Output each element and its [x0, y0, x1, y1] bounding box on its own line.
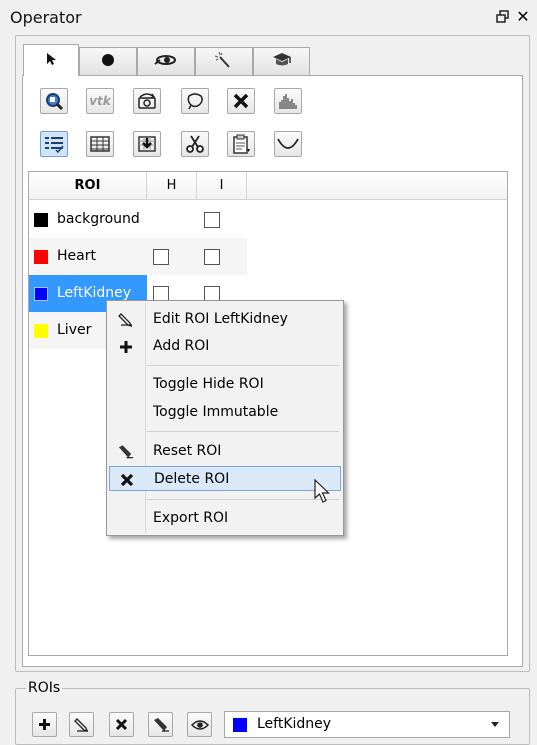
delete-button[interactable] [227, 88, 255, 114]
add-roi-button[interactable] [32, 712, 57, 737]
delete-icon [115, 718, 128, 731]
camera-rotate-icon [136, 92, 158, 110]
roi-list-icon [44, 135, 64, 153]
column-header-roi[interactable]: ROI [29, 172, 147, 200]
curve-icon [277, 137, 299, 151]
import-button[interactable] [133, 131, 161, 157]
column-header-immutable[interactable]: I [197, 172, 247, 200]
roi-color-swatch [34, 287, 48, 301]
menu-item-label: Add ROI [153, 338, 210, 354]
roi-color-swatch [34, 324, 48, 338]
histogram-icon [278, 92, 298, 110]
pointer-icon [44, 51, 58, 71]
menu-item-label: Export ROI [153, 510, 229, 526]
menu-item-label: Edit ROI LeftKidney [153, 311, 288, 327]
table-row[interactable]: Heart [29, 238, 247, 275]
scissors-icon [185, 134, 205, 154]
eraser-icon [152, 717, 170, 733]
vtk-icon: vtk [89, 94, 111, 108]
table-button[interactable] [86, 131, 114, 157]
roi-color-swatch [34, 250, 48, 264]
menu-item-edit-roi[interactable]: Edit ROI LeftKidney [109, 307, 341, 332]
graduation-cap-icon [271, 52, 293, 72]
roi-name: Heart [57, 248, 96, 264]
roi-name: background [57, 211, 140, 227]
lasso-icon [185, 92, 205, 110]
selected-roi-label: LeftKidney [257, 716, 332, 732]
menu-item-label: Toggle Immutable [153, 404, 279, 420]
roi-color-swatch [233, 718, 247, 732]
delete-roi-button[interactable] [109, 712, 134, 737]
add-icon [38, 718, 51, 731]
pencil-icon [73, 717, 90, 733]
tab-magic-wand[interactable] [195, 47, 253, 75]
table-icon [90, 136, 110, 152]
roi-context-menu: Edit ROI LeftKidney Add ROI Toggle Hide … [106, 300, 344, 536]
table-row[interactable]: background [29, 201, 247, 238]
dropdown-arrow-icon [491, 722, 499, 727]
tab-select[interactable] [23, 44, 79, 76]
clipboard-icon [231, 134, 251, 154]
roi-list-button[interactable] [40, 131, 68, 157]
scissors-button[interactable] [181, 131, 209, 157]
menu-separator [147, 431, 339, 432]
immutable-checkbox[interactable] [204, 249, 220, 265]
roi-name: Liver [57, 322, 92, 338]
menu-item-export-roi[interactable]: Export ROI [109, 506, 341, 531]
menu-item-label: Toggle Hide ROI [153, 376, 264, 392]
reset-roi-button[interactable] [148, 712, 173, 737]
plus-icon [117, 338, 134, 355]
eye-slider-icon [154, 53, 178, 71]
delete-icon [233, 93, 249, 109]
x-icon [118, 471, 135, 488]
clipboard-button[interactable] [227, 131, 255, 157]
menu-item-label: Reset ROI [153, 443, 222, 459]
mouse-cursor-icon [314, 478, 332, 509]
column-header-hide[interactable]: H [147, 172, 197, 200]
roi-selector-dropdown[interactable]: LeftKidney [224, 711, 510, 738]
menu-separator [147, 365, 339, 366]
histogram-button[interactable] [274, 88, 302, 114]
menu-item-add-roi[interactable]: Add ROI [109, 334, 341, 359]
rois-group-title: ROIs [26, 680, 63, 696]
roi-color-swatch [34, 213, 48, 227]
circle-icon [101, 53, 115, 71]
pencil-icon [117, 311, 134, 328]
tab-paint[interactable] [79, 47, 137, 75]
roi-name-cell[interactable]: Heart [29, 238, 147, 275]
menu-item-label: Delete ROI [154, 471, 230, 487]
curve-button[interactable] [274, 131, 302, 157]
menu-item-delete-roi[interactable]: Delete ROI [109, 466, 341, 491]
lasso-button[interactable] [181, 88, 209, 114]
magic-wand-icon [214, 51, 234, 73]
window-title: Operator [10, 8, 82, 27]
zoom-roi-icon [44, 91, 64, 111]
roi-name-cell[interactable]: background [29, 201, 147, 238]
menu-separator [147, 499, 339, 500]
zoom-roi-button[interactable] [40, 88, 68, 114]
vtk-button[interactable]: vtk [86, 88, 114, 114]
tab-threshold[interactable] [137, 47, 195, 75]
edit-roi-button[interactable] [69, 712, 94, 737]
eye-icon [190, 719, 209, 731]
float-window-icon[interactable] [496, 10, 510, 24]
import-icon [137, 135, 157, 153]
menu-item-toggle-immutable[interactable]: Toggle Immutable [109, 400, 341, 425]
hide-checkbox[interactable] [153, 249, 169, 265]
toggle-visibility-button[interactable] [187, 712, 212, 737]
eraser-icon [117, 443, 134, 460]
menu-item-toggle-hide[interactable]: Toggle Hide ROI [109, 372, 341, 397]
camera-rotate-button[interactable] [133, 88, 161, 114]
menu-item-reset-roi[interactable]: Reset ROI [109, 439, 341, 464]
close-icon[interactable]: ✕ [515, 9, 531, 25]
table-header: ROI H I [29, 172, 507, 200]
tab-learning[interactable] [253, 47, 310, 75]
immutable-checkbox[interactable] [204, 212, 220, 228]
